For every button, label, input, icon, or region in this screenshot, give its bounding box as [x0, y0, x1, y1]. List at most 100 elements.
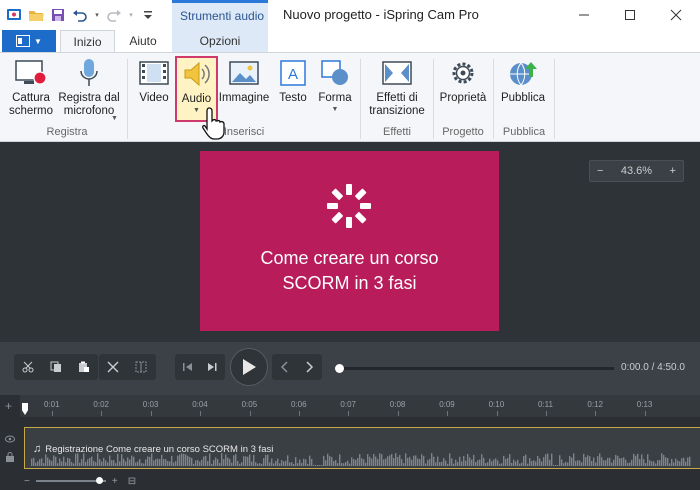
zoom-out-button[interactable]: −	[597, 165, 603, 177]
video-button[interactable]: Video	[136, 57, 172, 105]
paste-icon[interactable]	[72, 354, 96, 380]
playback-time: 0:00.0 / 4:50.0	[621, 362, 685, 373]
waveform-bar	[337, 463, 339, 466]
playback-scrubber[interactable]	[340, 367, 614, 370]
waveform-bar	[175, 461, 177, 466]
waveform-bar	[239, 463, 241, 466]
waveform-bar	[535, 461, 537, 466]
waveform-bar	[561, 459, 563, 466]
timeline-ruler[interactable]: 0:01 0:02 0:03 0:04 0:05 0:06 0:07 0:08 0:09 0:10…	[20, 395, 700, 417]
waveform-bar	[125, 461, 127, 466]
waveform-bar	[157, 458, 159, 466]
scrubber-knob[interactable]	[335, 364, 344, 373]
record-microphone-button[interactable]: Registra dal microfono ▼	[56, 57, 122, 122]
waveform-bar	[115, 463, 117, 466]
slide-preview[interactable]: Come creare un corso SCORM in 3 fasi	[200, 151, 499, 331]
text-button[interactable]: A Testo	[275, 57, 311, 105]
ribbon-separator	[433, 59, 434, 139]
waveform-bar	[423, 456, 425, 466]
waveform-bar	[291, 462, 293, 466]
save-icon[interactable]	[50, 7, 66, 23]
waveform-bar	[197, 460, 199, 466]
waveform-bar	[123, 458, 125, 466]
tab-opzioni[interactable]: Opzioni	[172, 30, 268, 52]
skip-to-start-icon[interactable]	[176, 354, 200, 380]
maximize-button[interactable]	[607, 0, 653, 30]
tab-aiuto[interactable]: Aiuto	[118, 30, 168, 52]
redo-icon[interactable]	[106, 7, 122, 23]
publish-globe-icon	[506, 57, 540, 89]
waveform-bar	[295, 457, 297, 466]
waveform-bar	[155, 459, 157, 466]
waveform-bar	[213, 460, 215, 466]
cut-icon[interactable]	[16, 354, 40, 380]
copy-icon[interactable]	[44, 354, 68, 380]
waveform-bar	[211, 463, 213, 466]
timeline-zoom-knob[interactable]	[95, 477, 103, 484]
previous-icon[interactable]	[273, 354, 297, 380]
shape-button[interactable]: Forma ▼	[316, 57, 354, 114]
customize-icon[interactable]	[140, 7, 156, 23]
waveform-bar	[143, 463, 145, 466]
waveform-bar	[97, 453, 99, 466]
waveform-bar	[385, 458, 387, 466]
waveform-bar	[247, 456, 249, 466]
ruler-tick-label: 0:08	[389, 400, 406, 409]
play-button[interactable]	[230, 348, 268, 386]
waveform-bar	[67, 457, 69, 466]
zoom-in-button[interactable]: +	[670, 165, 676, 177]
timeline-side-tools: +	[0, 395, 20, 490]
waveform-bar	[273, 463, 275, 466]
skip-to-end-icon[interactable]	[200, 354, 224, 380]
split-icon[interactable]	[129, 354, 153, 380]
app-icon[interactable]	[6, 7, 22, 23]
close-icon	[670, 9, 682, 21]
capture-screen-button[interactable]: Cattura schermo	[8, 57, 54, 118]
publish-button[interactable]: Pubblica	[498, 57, 548, 105]
waveform-bar	[73, 463, 75, 466]
open-folder-icon[interactable]	[28, 7, 44, 23]
close-button[interactable]	[653, 0, 699, 30]
undo-dropdown-icon[interactable]: ▾	[94, 7, 100, 23]
timeline-zoom-slider[interactable]	[35, 477, 106, 484]
waveform-bar	[371, 458, 373, 466]
timeline-zoom-in-button[interactable]: +	[112, 476, 118, 487]
waveform-bar	[511, 462, 513, 466]
waveform-bar	[619, 458, 621, 466]
waveform-bar	[657, 460, 659, 466]
waveform-bar	[47, 457, 49, 466]
lock-icon[interactable]	[5, 452, 15, 465]
visibility-icon[interactable]	[5, 435, 15, 446]
waveform-bar	[285, 460, 287, 466]
transition-effects-button[interactable]: Effetti di transizione	[366, 57, 428, 118]
waveform-bar	[51, 460, 53, 466]
waveform-bar	[549, 459, 551, 466]
frame-nav-group	[175, 354, 225, 380]
file-menu-button[interactable]: ▼	[2, 30, 56, 52]
tab-inizio[interactable]: Inizio	[60, 30, 115, 52]
waveform-bar	[333, 461, 335, 466]
trim-tools-group	[99, 354, 156, 380]
waveform-bar	[425, 463, 427, 466]
next-icon[interactable]	[297, 354, 321, 380]
undo-icon[interactable]	[72, 7, 88, 23]
redo-dropdown-icon[interactable]: ▾	[128, 7, 134, 23]
timeline-fit-icon[interactable]: ⊟	[128, 476, 136, 487]
waveform-bar	[595, 462, 597, 466]
audio-track-clip[interactable]: ♫ Registrazione Come creare un corso SCO…	[24, 427, 700, 469]
play-icon	[243, 359, 256, 375]
waveform-bar	[225, 454, 227, 466]
properties-label: Proprietà	[439, 92, 487, 104]
image-button[interactable]: Immagine	[219, 57, 269, 105]
canvas-area[interactable]: Come creare un corso SCORM in 3 fasi − 4…	[0, 142, 700, 342]
waveform-bar	[199, 461, 201, 466]
add-track-icon[interactable]: +	[5, 399, 12, 413]
chevron-down-icon: ▼	[331, 106, 339, 113]
properties-button[interactable]: Proprietà	[437, 57, 489, 105]
waveform-bar	[525, 454, 527, 466]
timeline-zoom-out-button[interactable]: −	[24, 476, 30, 487]
delete-icon[interactable]	[101, 354, 125, 380]
waveform-bar	[615, 454, 617, 466]
chevron-down-icon: ▼	[193, 107, 200, 114]
minimize-button[interactable]	[561, 0, 607, 30]
